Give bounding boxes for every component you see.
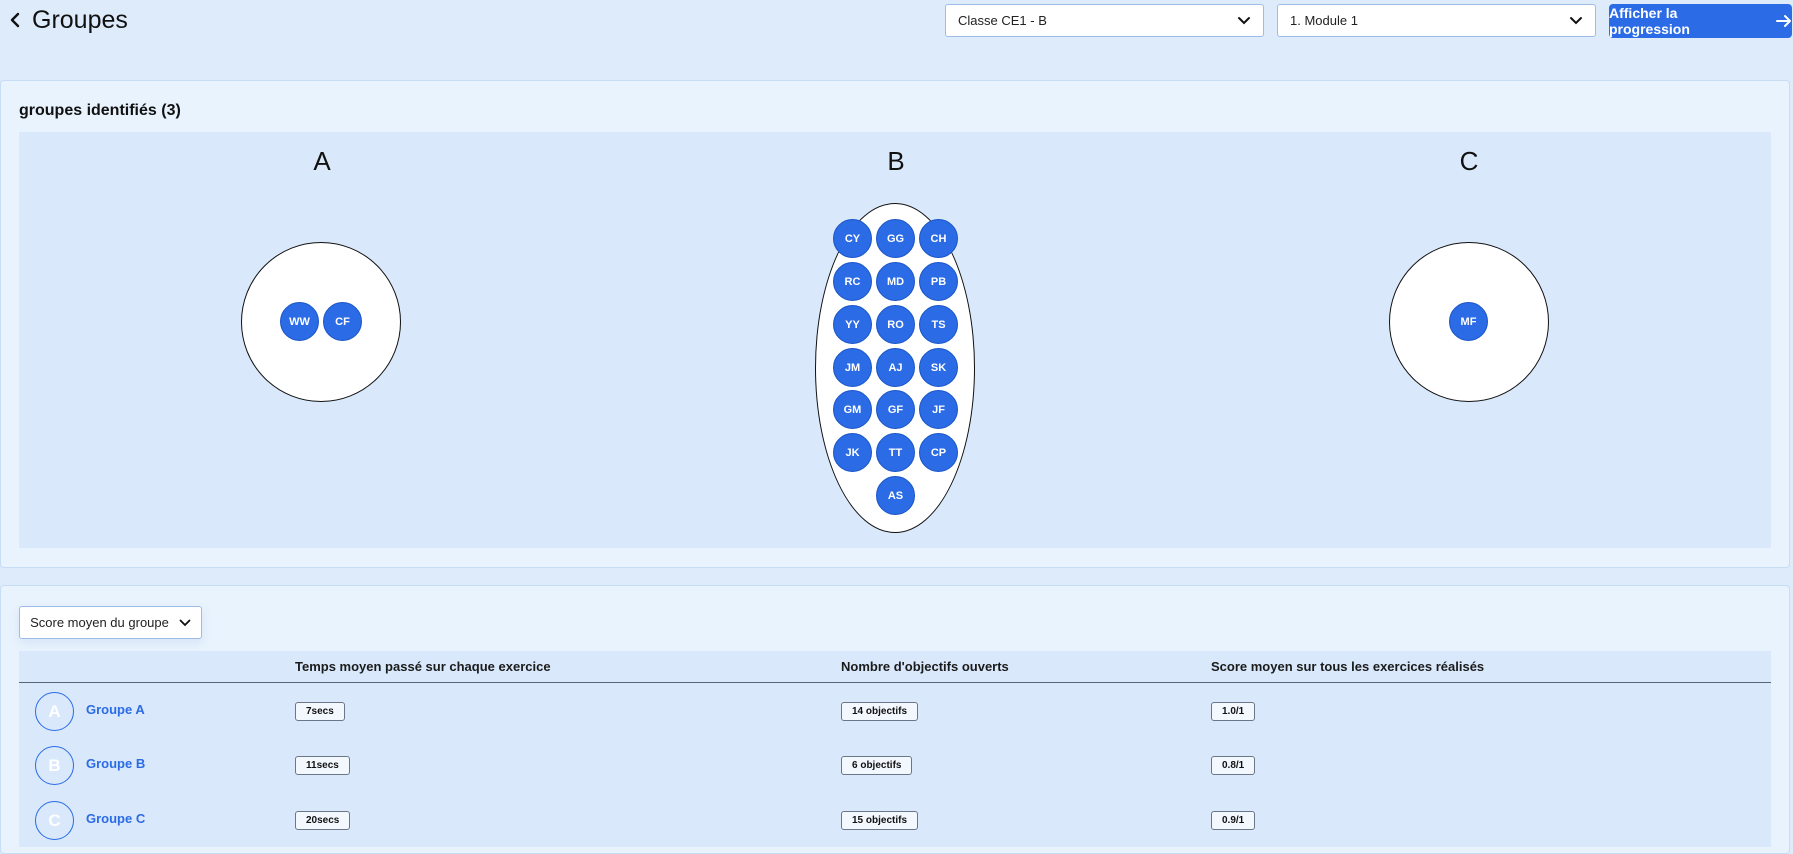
- chevron-left-icon: [10, 12, 20, 28]
- show-progress-label: Afficher la progression: [1609, 5, 1690, 37]
- student-jk[interactable]: JK: [833, 433, 872, 472]
- column-header-objectives: Nombre d'objectifs ouverts: [841, 659, 1009, 674]
- group-link[interactable]: Groupe A: [86, 702, 145, 717]
- table-row: C Groupe C 20secs 15 objectifs 0.9/1: [19, 793, 1771, 847]
- score-badge: 1.0/1: [1211, 702, 1256, 721]
- module-select-value: 1. Module 1: [1290, 13, 1358, 28]
- score-badge: 0.9/1: [1211, 811, 1256, 830]
- student-ro[interactable]: RO: [876, 305, 915, 344]
- group-link[interactable]: Groupe B: [86, 756, 145, 771]
- class-select[interactable]: Classe CE1 - B: [945, 4, 1264, 37]
- table-row: B Groupe B 11secs 6 objectifs 0.8/1: [19, 738, 1771, 792]
- time-badge: 11secs: [295, 756, 350, 775]
- page-title: Groupes: [32, 6, 128, 34]
- student-ch[interactable]: CH: [919, 219, 958, 258]
- student-ww[interactable]: WW: [280, 302, 319, 341]
- class-select-value: Classe CE1 - B: [958, 13, 1047, 28]
- student-md[interactable]: MD: [876, 262, 915, 301]
- group-stats-table: Temps moyen passé sur chaque exercice No…: [19, 651, 1771, 847]
- student-aj[interactable]: AJ: [876, 348, 915, 387]
- student-rc[interactable]: RC: [833, 262, 872, 301]
- group-avatar: B: [35, 746, 74, 785]
- student-mf[interactable]: MF: [1449, 302, 1488, 341]
- group-c-label: C: [1459, 146, 1479, 176]
- groups-heading: groupes identifiés (3): [19, 102, 181, 119]
- chevron-down-icon: [1238, 16, 1250, 24]
- student-cf[interactable]: CF: [323, 302, 362, 341]
- student-gm[interactable]: GM: [833, 390, 872, 429]
- table-row: A Groupe A 7secs 14 objectifs 1.0/1: [19, 684, 1771, 738]
- group-link[interactable]: Groupe C: [86, 811, 145, 826]
- student-jf[interactable]: JF: [919, 390, 958, 429]
- time-badge: 7secs: [295, 702, 345, 721]
- group-b-label: B: [887, 146, 905, 176]
- student-sk[interactable]: SK: [919, 348, 958, 387]
- metric-select[interactable]: Score moyen du groupe: [19, 606, 202, 639]
- student-gg[interactable]: GG: [876, 219, 915, 258]
- column-header-score: Score moyen sur tous les exercices réali…: [1211, 659, 1485, 674]
- column-header-time: Temps moyen passé sur chaque exercice: [295, 659, 551, 674]
- group-avatar: C: [35, 801, 74, 840]
- objectives-badge: 15 objectifs: [841, 811, 919, 830]
- groups-visualization: A WW CF B CY GG CH RC MD PB YY RO TS JM …: [19, 132, 1771, 548]
- score-badge: 0.8/1: [1211, 756, 1256, 775]
- arrow-right-icon: [1776, 15, 1792, 27]
- student-jm[interactable]: JM: [833, 348, 872, 387]
- groups-panel: groupes identifiés (3) A WW CF B CY GG C…: [0, 80, 1790, 568]
- group-avatar: A: [35, 692, 74, 731]
- student-ts[interactable]: TS: [919, 305, 958, 344]
- student-cy[interactable]: CY: [833, 219, 872, 258]
- group-a-label: A: [313, 146, 331, 176]
- back-button[interactable]: [5, 8, 25, 32]
- module-select[interactable]: 1. Module 1: [1277, 4, 1596, 37]
- student-cp[interactable]: CP: [919, 433, 958, 472]
- group-a-circle: [241, 242, 401, 402]
- objectives-badge: 6 objectifs: [841, 756, 913, 775]
- objectives-badge: 14 objectifs: [841, 702, 919, 721]
- chevron-down-icon: [1570, 16, 1582, 24]
- table-header: Temps moyen passé sur chaque exercice No…: [19, 651, 1771, 683]
- student-gf[interactable]: GF: [876, 390, 915, 429]
- time-badge: 20secs: [295, 811, 351, 830]
- student-tt[interactable]: TT: [876, 433, 915, 472]
- student-yy[interactable]: YY: [833, 305, 872, 344]
- group-stats-panel: Score moyen du groupe Temps moyen passé …: [0, 585, 1790, 854]
- student-as[interactable]: AS: [876, 476, 915, 515]
- chevron-down-icon: [179, 619, 191, 626]
- student-pb[interactable]: PB: [919, 262, 958, 301]
- show-progress-button[interactable]: Afficher la progression: [1609, 4, 1792, 38]
- metric-select-value: Score moyen du groupe: [30, 615, 169, 630]
